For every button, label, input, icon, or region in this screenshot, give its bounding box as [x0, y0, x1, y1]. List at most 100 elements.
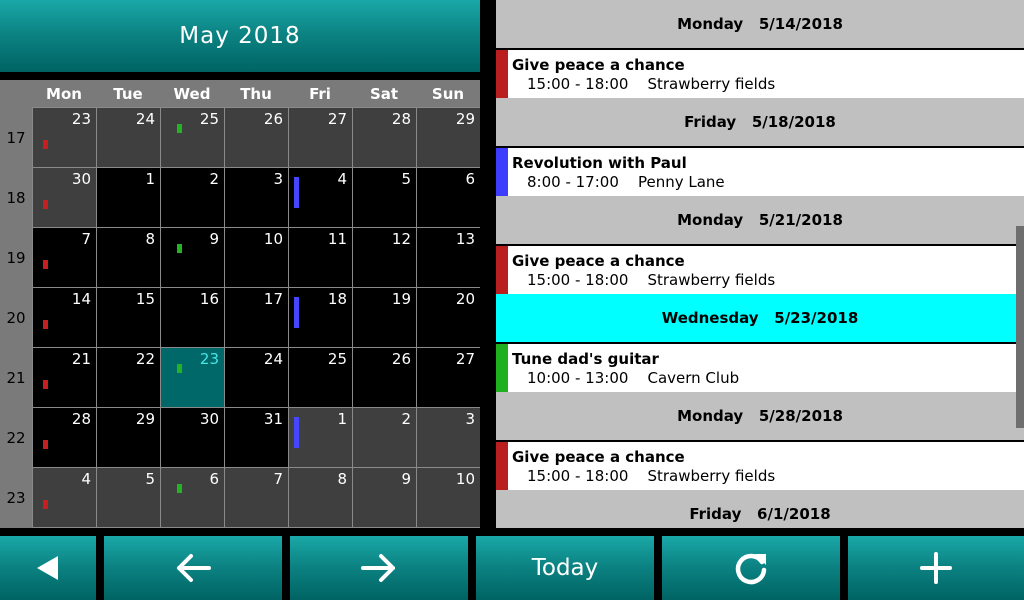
day-cell[interactable]: 24 [97, 108, 160, 167]
event-marker-red [43, 500, 48, 509]
day-cell[interactable]: 11 [289, 228, 352, 287]
day-cell[interactable]: 27 [289, 108, 352, 167]
day-cell[interactable]: 16 [161, 288, 224, 347]
day-cell[interactable]: 1 [289, 408, 352, 467]
day-cell[interactable]: 4 [33, 468, 96, 527]
day-cell[interactable]: 20 [417, 288, 480, 347]
event-color-bar [496, 246, 508, 294]
day-number: 26 [263, 110, 283, 128]
day-cell[interactable]: 5 [353, 168, 416, 227]
day-cell[interactable]: 31 [225, 408, 288, 467]
day-cell[interactable]: 14 [33, 288, 96, 347]
back-button[interactable] [0, 536, 96, 600]
day-number: 2 [401, 410, 411, 428]
day-number: 1 [337, 410, 347, 428]
agenda-event[interactable]: Give peace a chance 15:00 - 18:00 Strawbe… [496, 246, 1024, 294]
day-cell[interactable]: 22 [97, 348, 160, 407]
day-cell[interactable]: 7 [225, 468, 288, 527]
weekday-header-row: Mon Tue Wed Thu Fri Sat Sun [0, 80, 480, 108]
day-cell[interactable]: 18 [289, 288, 352, 347]
day-number: 15 [135, 290, 155, 308]
day-number: 3 [465, 410, 475, 428]
day-cell[interactable]: 15 [97, 288, 160, 347]
day-number: 12 [391, 230, 411, 248]
day-number: 22 [135, 350, 155, 368]
day-number: 1 [145, 170, 155, 188]
day-cell[interactable]: 29 [417, 108, 480, 167]
day-cell[interactable]: 26 [225, 108, 288, 167]
day-cell[interactable]: 13 [417, 228, 480, 287]
event-title: Give peace a chance [512, 448, 685, 466]
day-cell[interactable]: 2 [353, 408, 416, 467]
agenda-scrollbar[interactable] [1016, 226, 1024, 428]
day-cell[interactable]: 30 [33, 168, 96, 227]
day-cell[interactable]: 27 [417, 348, 480, 407]
day-number: 28 [391, 110, 411, 128]
day-cell[interactable]: 10 [225, 228, 288, 287]
day-cell[interactable]: 29 [97, 408, 160, 467]
day-number: 5 [401, 170, 411, 188]
day-cell[interactable]: 19 [353, 288, 416, 347]
day-cell[interactable]: 9 [353, 468, 416, 527]
day-number: 6 [209, 470, 219, 488]
event-marker-blue [294, 177, 299, 208]
event-details: 15:00 - 18:00 Strawberry fields [527, 75, 775, 93]
day-cell[interactable]: 23 [33, 108, 96, 167]
day-cell[interactable]: 30 [161, 408, 224, 467]
day-cell[interactable]: 28 [353, 108, 416, 167]
day-cell[interactable]: 26 [353, 348, 416, 407]
day-cell[interactable]: 2 [161, 168, 224, 227]
day-cell[interactable]: 25 [161, 108, 224, 167]
arrow-right-icon [361, 554, 395, 582]
weekday-label: Thu [240, 85, 272, 103]
day-number: 28 [71, 410, 91, 428]
agenda-event[interactable]: Give peace a chance 15:00 - 18:00 Strawbe… [496, 442, 1024, 490]
agenda-event[interactable]: Tune dad's guitar 10:00 - 13:00 Cavern Cl… [496, 344, 1024, 392]
next-month-button[interactable] [290, 536, 468, 600]
previous-month-button[interactable] [104, 536, 282, 600]
event-color-bar [496, 50, 508, 98]
refresh-button[interactable] [662, 536, 840, 600]
add-event-button[interactable] [848, 536, 1024, 600]
day-cell[interactable]: 6 [161, 468, 224, 527]
day-cell[interactable]: 28 [33, 408, 96, 467]
day-cell[interactable]: 4 [289, 168, 352, 227]
day-cell[interactable]: 5 [97, 468, 160, 527]
event-marker-red [43, 320, 48, 329]
event-marker-green [177, 244, 182, 253]
agenda-event[interactable]: Give peace a chance 15:00 - 18:00 Strawbe… [496, 50, 1024, 98]
day-cell[interactable]: 12 [353, 228, 416, 287]
day-number: 17 [263, 290, 283, 308]
event-marker-green [177, 364, 182, 373]
day-cell[interactable]: 25 [289, 348, 352, 407]
day-cell[interactable]: 8 [289, 468, 352, 527]
day-cell-today[interactable]: 23 [161, 348, 224, 407]
day-cell[interactable]: 7 [33, 228, 96, 287]
triangle-left-icon [37, 556, 58, 580]
day-cell[interactable]: 3 [417, 408, 480, 467]
day-cell[interactable]: 10 [417, 468, 480, 527]
agenda-event[interactable]: Revolution with Paul 8:00 - 17:00 Penny L… [496, 148, 1024, 196]
weekday-label: Fri [309, 85, 331, 103]
day-cell[interactable]: 17 [225, 288, 288, 347]
day-number: 6 [465, 170, 475, 188]
week-number: 20 [6, 309, 26, 327]
today-button[interactable]: Today [476, 536, 654, 600]
day-cell[interactable]: 8 [97, 228, 160, 287]
day-cell[interactable]: 9 [161, 228, 224, 287]
agenda-list[interactable]: Monday 5/14/2018 Give peace a chance 15:00… [496, 0, 1024, 528]
agenda-day-header: Wednesday 5/23/2018 [496, 294, 1024, 342]
day-cell[interactable]: 24 [225, 348, 288, 407]
event-details: 15:00 - 18:00 Strawberry fields [527, 271, 775, 289]
day-cell[interactable]: 21 [33, 348, 96, 407]
day-cell[interactable]: 1 [97, 168, 160, 227]
agenda-date: 5/28/2018 [758, 407, 843, 425]
week-number: 22 [6, 429, 26, 447]
day-cell[interactable]: 3 [225, 168, 288, 227]
event-marker-red [43, 140, 48, 149]
day-cell[interactable]: 6 [417, 168, 480, 227]
day-number: 30 [71, 170, 91, 188]
event-marker-blue [294, 297, 299, 328]
day-number: 5 [145, 470, 155, 488]
event-color-bar [496, 344, 508, 392]
